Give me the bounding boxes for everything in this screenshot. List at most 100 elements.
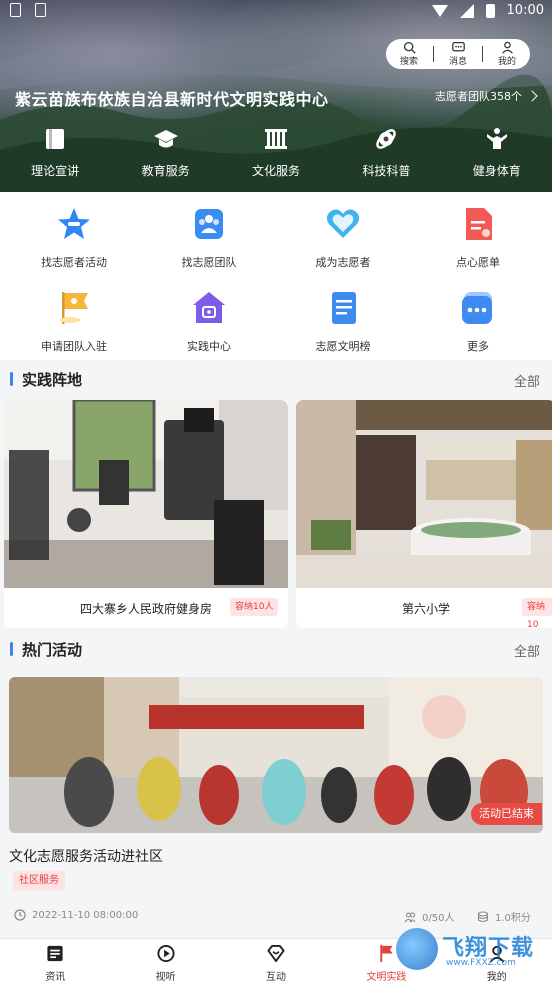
- activity-points: 1.0积分: [477, 909, 531, 924]
- search-label: 搜索: [399, 57, 418, 67]
- activity-status-badge: 活动已结束: [471, 803, 542, 825]
- chevron-right-icon: [526, 90, 538, 102]
- grid-label: 实践中心: [187, 340, 231, 353]
- message-icon: [451, 42, 465, 52]
- message-label: 消息: [448, 57, 467, 67]
- signal-icon: [459, 3, 474, 18]
- venue-name: 第六小学: [401, 602, 450, 616]
- fitness-icon: [486, 128, 507, 149]
- group-icon: [195, 209, 223, 239]
- category-fitness[interactable]: 健身体育: [442, 126, 552, 179]
- more-icon: [462, 292, 492, 324]
- section-title: 实践阵地: [22, 371, 83, 389]
- grid-label: 申请团队入驻: [41, 340, 107, 353]
- app-root: 10:00 搜索 消息 我的 紫云苗族布依族自治县新时代文明实践中心 志愿者团队…: [0, 0, 552, 983]
- activity-title[interactable]: 文化志愿服务活动进社区: [9, 846, 163, 866]
- team-join-icon: [60, 292, 88, 324]
- hero-banner: 10:00 搜索 消息 我的 紫云苗族布依族自治县新时代文明实践中心 志愿者团队…: [0, 0, 552, 192]
- search-icon: [403, 41, 416, 54]
- nav-interact[interactable]: 互动: [221, 939, 331, 983]
- wish-doc-icon: [466, 208, 492, 240]
- category-label: 文化服务: [251, 164, 300, 178]
- graduation-cap-icon: [153, 130, 178, 148]
- venue-photo-gym: [4, 400, 288, 588]
- activities-section-header: 热门活动 全部: [0, 631, 552, 667]
- more-button[interactable]: 更多: [409, 290, 547, 354]
- notification-icon: [35, 3, 46, 17]
- venue-card[interactable]: 四大寨乡人民政府健身房: [4, 400, 288, 628]
- capacity-badge: 容纳10: [522, 598, 552, 630]
- activity-datetime: 2022-11-10 08:00:00: [14, 909, 138, 921]
- find-activity-button[interactable]: 找志愿者活动: [5, 206, 143, 270]
- culture-building-icon: [264, 129, 287, 149]
- section-title: 热门活动: [22, 641, 83, 659]
- message-button[interactable]: 消息: [436, 41, 480, 67]
- nav-news[interactable]: 资讯: [0, 939, 110, 983]
- volunteer-team-link[interactable]: 志愿者团队358个: [435, 88, 538, 104]
- datetime-text: 2022-11-10 08:00:00: [32, 909, 139, 921]
- category-label: 教育服务: [141, 164, 190, 178]
- clock-icon: [14, 909, 26, 921]
- book-icon: [46, 129, 65, 149]
- nav-label: 互动: [265, 972, 286, 983]
- activity-participants: 0/50人: [404, 909, 454, 924]
- points-text: 1.0积分: [495, 913, 531, 924]
- venues-section-header: 实践阵地 全部: [0, 361, 552, 397]
- category-culture[interactable]: 文化服务: [221, 126, 331, 179]
- section-accent: [10, 372, 13, 386]
- find-team-button[interactable]: 找志愿团队: [140, 206, 278, 270]
- play-icon: [157, 944, 175, 963]
- center-title: 紫云苗族布依族自治县新时代文明实践中心: [15, 90, 329, 109]
- venue-photo-school: [296, 400, 552, 588]
- notification-icon: [10, 3, 21, 17]
- grid-label: 更多: [467, 340, 489, 353]
- nav-media[interactable]: 视听: [111, 939, 221, 983]
- coins-icon: [477, 910, 489, 922]
- wifi-icon: [431, 4, 448, 17]
- grid-label: 找志愿者活动: [41, 256, 107, 269]
- battery-icon: [485, 3, 495, 18]
- status-time: 10:00: [506, 3, 544, 18]
- quick-entry-grid: 找志愿者活动 找志愿团队 成为志愿者 点心愿单 申请团队入驻 实践中心 志愿文明…: [0, 192, 552, 360]
- divider: [433, 46, 434, 62]
- profile-label: 我的: [497, 57, 516, 67]
- top-actions: 搜索 消息 我的: [386, 39, 530, 69]
- grid-label: 成为志愿者: [315, 256, 371, 269]
- ranking-button[interactable]: 志愿文明榜: [274, 290, 412, 354]
- venues-view-all-link[interactable]: 全部: [514, 371, 540, 390]
- divider: [482, 46, 483, 62]
- status-bar: 10:00: [0, 0, 552, 24]
- section-accent: [10, 642, 13, 656]
- nav-label: 视听: [155, 972, 176, 983]
- search-button[interactable]: 搜索: [387, 41, 431, 67]
- category-education[interactable]: 教育服务: [111, 126, 221, 179]
- activity-tag: 社区服务: [13, 871, 65, 891]
- team-join-button[interactable]: 申请团队入驻: [5, 290, 143, 354]
- become-volunteer-button[interactable]: 成为志愿者: [274, 206, 412, 270]
- participants-text: 0/50人: [422, 913, 455, 924]
- practice-center-button[interactable]: 实践中心: [140, 290, 278, 354]
- activity-photo[interactable]: [9, 677, 543, 833]
- grid-label: 志愿文明榜: [315, 340, 371, 353]
- activities-view-all-link[interactable]: 全部: [514, 641, 540, 660]
- watermark-url: www.FXXZ.com: [446, 958, 516, 968]
- category-label: 科技科普: [362, 164, 411, 178]
- grid-label: 点心愿单: [456, 256, 500, 269]
- category-bar: 理论宣讲 教育服务 文化服务 科技科普 健身体育: [0, 126, 552, 179]
- grid-label: 找志愿团队: [181, 256, 237, 269]
- interact-icon: [267, 944, 285, 963]
- category-science[interactable]: 科技科普: [331, 126, 441, 179]
- practice-home-icon: [193, 292, 225, 323]
- ranking-doc-icon: [332, 292, 356, 324]
- science-icon: [376, 129, 397, 149]
- watermark-logo-icon: [396, 928, 438, 970]
- people-icon: [404, 911, 416, 922]
- team-count: 志愿者团队358个: [435, 90, 522, 103]
- heart-icon: [326, 209, 360, 238]
- user-icon: [501, 41, 513, 54]
- category-theory[interactable]: 理论宣讲: [0, 126, 110, 179]
- category-label: 健身体育: [472, 164, 521, 178]
- wish-list-button[interactable]: 点心愿单: [409, 206, 547, 270]
- profile-button[interactable]: 我的: [485, 41, 529, 67]
- venue-card[interactable]: 第六小学: [296, 400, 552, 628]
